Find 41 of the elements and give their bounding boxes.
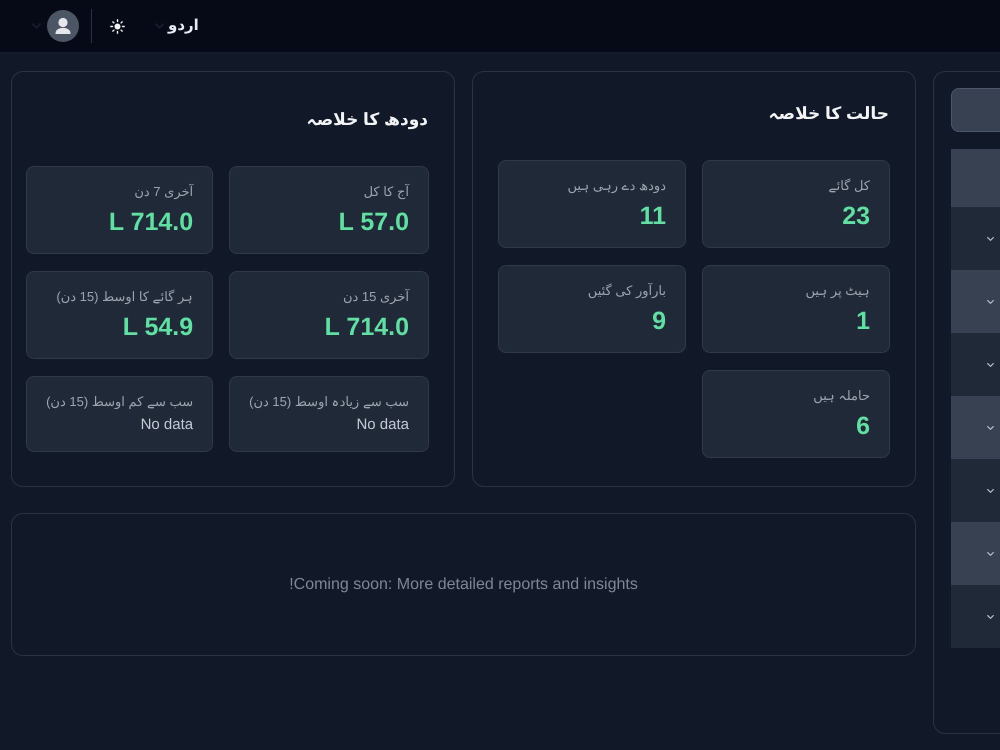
caret-icon [32,23,41,29]
sidebar-row[interactable] [951,333,1000,396]
card-title: دودھ کا خلاصہ [306,109,428,132]
stat-label: آج کا کل [362,182,409,202]
sidebar-row[interactable] [951,459,1000,522]
sidebar-row[interactable] [951,522,1000,585]
stat-value: 11 [638,201,666,232]
card-title: حالت کا خلاصہ [768,103,889,125]
sun-icon [110,18,125,34]
stat-value: L 714.0 [108,207,194,238]
language-select[interactable]: اردو [155,14,199,38]
stat-value: 6 [855,411,870,442]
stat-value: L 714.0 [324,312,409,343]
stat-label: کل گائے [828,177,870,195]
avatar-icon [47,10,79,42]
notice-text: Coming soon: More detailed reports and insights! [289,574,638,594]
stat-value: L 54.9 [122,312,194,343]
stat-label: دودھ دے رہی ہیں [566,177,666,196]
stat-label: سب سے زیادہ اوسط (15 دن) [249,393,409,412]
stat-label: سب سے کم اوسط (15 دن) [46,393,194,412]
sidebar-row[interactable] [951,270,1000,333]
empty-value-text: No data [355,415,409,435]
stat-label: حاملہ ہیں [812,387,870,406]
sidebar-field[interactable] [951,88,1000,132]
user-menu-button[interactable] [32,10,79,42]
stat-label: آخری 7 دن [133,183,194,202]
sidebar-row[interactable] [951,396,1000,459]
stat-label: بارآور کی گئیں [586,282,666,300]
sidebar-row[interactable] [951,207,1000,270]
sidebar-header-row [951,149,1000,207]
stat-label: آخری 15 دن [342,288,409,306]
empty-value-text: No data [140,415,194,435]
sidebar-row[interactable] [951,585,1000,648]
stat-value: 1 [855,306,870,337]
theme-toggle-button[interactable] [110,18,125,34]
stat-value: 9 [651,306,666,337]
stat-label: ہر گائے کا اوسط (15 دن) [55,288,194,306]
stat-value: 23 [841,201,870,232]
stat-label: ہیٹ پر ہیں [804,282,870,300]
stat-value: L 57.0 [338,207,409,238]
caret-icon [155,23,164,29]
